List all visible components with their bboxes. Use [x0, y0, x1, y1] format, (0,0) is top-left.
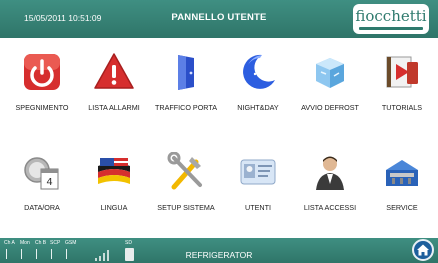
- toolbox-icon: [386, 160, 418, 186]
- operating-mode: REFRIGERATOR: [185, 250, 253, 260]
- power-icon: [24, 54, 60, 90]
- clock-calendar-icon: 4: [24, 157, 59, 190]
- tile-label: AVVIO DEFROST: [301, 103, 359, 112]
- tile-label: SPEGNIMENTO: [15, 103, 69, 112]
- id-card-icon: [240, 159, 276, 185]
- home-button[interactable]: [412, 239, 434, 261]
- ice-cube-icon: [316, 58, 344, 88]
- indicator-mon-label: Mon: [20, 240, 30, 246]
- indicator-gsm-label: GSM: [65, 240, 77, 246]
- tile-label: LISTA ACCESSI: [303, 203, 357, 212]
- top-bar: 15/05/2011 10:51:09 PANNELLO UTENTE fioc…: [0, 0, 438, 38]
- svg-text:4: 4: [46, 177, 52, 188]
- tile-data-ora[interactable]: 4 DATA/ORA: [6, 138, 78, 230]
- indicator-chb-label: Ch B: [35, 240, 47, 246]
- tile-label: DATA/ORA: [24, 203, 60, 212]
- tile-lingua[interactable]: LINGUA: [78, 138, 150, 230]
- tools-icon: [167, 152, 202, 190]
- tile-label: TRAFFICO PORTA: [154, 103, 218, 112]
- logo-text: fiocchetti: [355, 7, 427, 25]
- tile-label: NIGHT&DAY: [237, 103, 279, 112]
- menu-grid: SPEGNIMENTO LISTA ALLARMI TRAFFICO PORTA…: [0, 38, 438, 238]
- tile-spegnimento[interactable]: SPEGNIMENTO: [6, 38, 78, 130]
- brand-logo: fiocchetti: [353, 4, 429, 34]
- door-icon: [178, 55, 194, 90]
- home-icon: [417, 244, 429, 256]
- tile-tutorials[interactable]: TUTORIALS: [366, 38, 438, 130]
- tile-label: LISTA ALLARMI: [88, 103, 140, 112]
- tile-night-day[interactable]: NIGHT&DAY: [222, 38, 294, 130]
- tile-avvio-defrost[interactable]: AVVIO DEFROST: [294, 38, 366, 130]
- tile-label: SERVICE: [386, 203, 418, 212]
- tile-label: TUTORIALS: [381, 103, 423, 112]
- tile-setup-sistema[interactable]: SETUP SISTEMA: [150, 138, 222, 230]
- moon-icon: [243, 54, 275, 89]
- alarm-warning-icon: [94, 53, 134, 89]
- tile-label: SETUP SISTEMA: [157, 203, 215, 212]
- flags-icon: [98, 158, 130, 184]
- tile-traffico-porta[interactable]: TRAFFICO PORTA: [150, 38, 222, 130]
- tile-label: LINGUA: [100, 203, 128, 212]
- tile-label: UTENTI: [245, 203, 271, 212]
- indicator-sd-label: SD: [125, 240, 132, 246]
- status-bar: Ch A Mon Ch B SCP GSM SD REFRIGERATOR: [0, 238, 438, 263]
- tile-service[interactable]: SERVICE: [366, 138, 438, 230]
- video-tutorial-icon: [386, 56, 418, 88]
- indicator-cha-label: Ch A: [4, 240, 15, 246]
- tile-lista-allarmi[interactable]: LISTA ALLARMI: [78, 38, 150, 130]
- tile-utenti[interactable]: UTENTI: [222, 138, 294, 230]
- indicator-scp-label: SCP: [50, 240, 61, 246]
- tile-lista-accessi[interactable]: LISTA ACCESSI: [294, 138, 366, 230]
- user-icon: [316, 156, 344, 190]
